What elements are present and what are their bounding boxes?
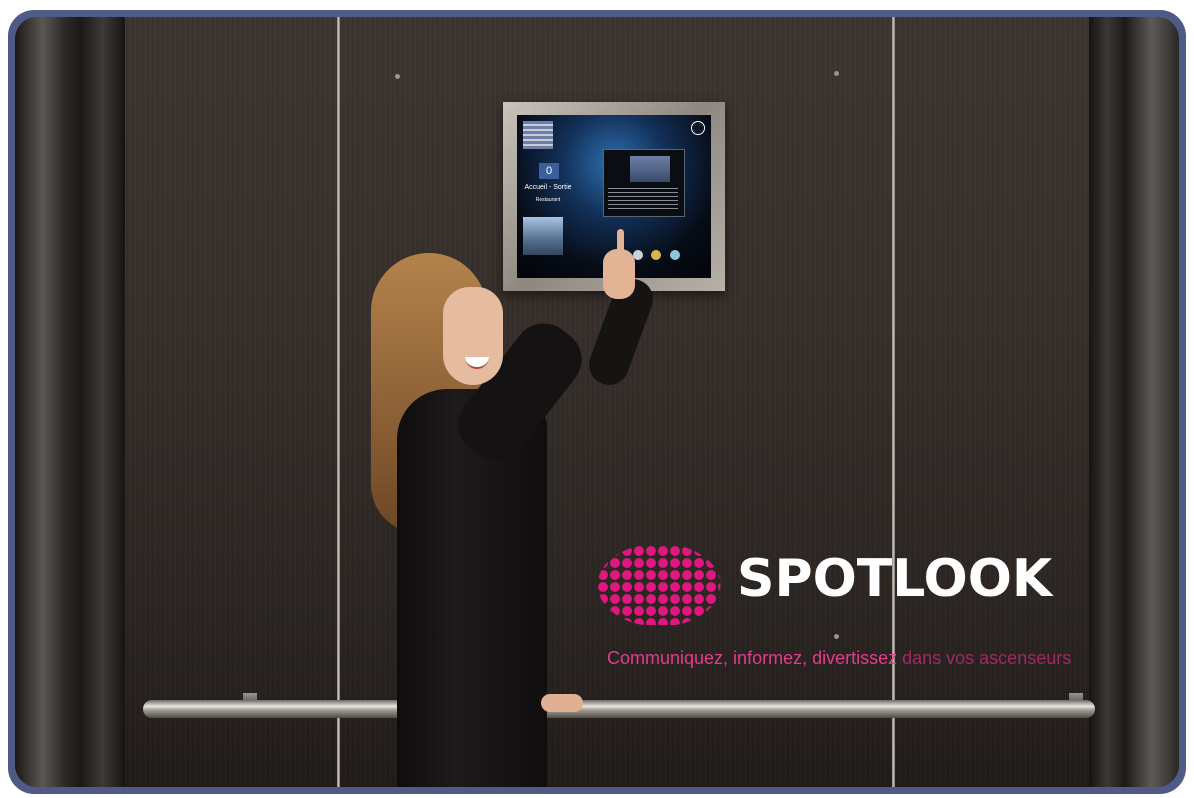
tagline: Communiquez, informez, divertissez dans … [607, 649, 1071, 667]
photo-frame: 0 Accueil - Sortie Restaurant SPOTLOOK C… [8, 10, 1186, 794]
logo-wordmark: SPOTLOOK [737, 549, 1053, 609]
screen-sidebar: 0 Accueil - Sortie Restaurant [523, 121, 572, 278]
video-thumbnail[interactable] [630, 156, 670, 182]
elevator-scene: 0 Accueil - Sortie Restaurant SPOTLOOK C… [15, 17, 1179, 787]
panel-seam [892, 17, 895, 787]
flag-graphic [523, 121, 553, 149]
popup-text [608, 188, 678, 212]
screen-subcaption: Restaurant [535, 197, 561, 203]
rivet [395, 74, 400, 79]
steel-wall-right [1089, 17, 1179, 787]
tagline-strong: Communiquez, informez, divertissez [607, 648, 898, 668]
woman-hand [603, 249, 635, 299]
dot-grid-logo-icon [597, 545, 721, 625]
woman-face [443, 287, 503, 385]
menu-bubble-icon[interactable] [669, 250, 680, 260]
menu-bubble-icon[interactable] [651, 250, 662, 260]
floor-counter: 0 [539, 163, 559, 179]
panel-seam [337, 17, 340, 787]
rivet [834, 634, 839, 639]
steel-wall-left [15, 17, 125, 787]
clock-icon [691, 121, 705, 135]
hand-on-rail [541, 694, 583, 712]
rivet [834, 71, 839, 76]
handrail [143, 700, 1095, 718]
pointing-finger [617, 229, 624, 255]
screen-caption: Accueil - Sortie [524, 184, 572, 191]
screen-icon-row [633, 247, 684, 265]
screen-popup[interactable] [603, 149, 685, 217]
tagline-light: dans vos ascenseurs [902, 648, 1072, 668]
building-thumbnail [523, 217, 563, 255]
